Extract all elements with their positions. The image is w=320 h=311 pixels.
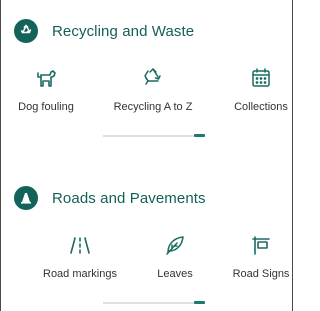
section-title: Roads and Pavements xyxy=(52,189,206,207)
dog-icon xyxy=(35,67,57,89)
tile-label: Leaves xyxy=(157,268,193,280)
tile-label: Road markings xyxy=(43,268,117,280)
tile-label: Road Signs xyxy=(232,268,290,280)
tile-road-markings[interactable]: Road markings xyxy=(30,234,130,280)
tile-collections[interactable]: Collections xyxy=(211,67,311,113)
carousel-scrollbar[interactable] xyxy=(103,301,205,304)
section-header-roads[interactable]: Roads and Pavements xyxy=(14,184,206,212)
tile-label: Recycling A to Z xyxy=(113,101,193,113)
signpost-icon xyxy=(250,234,272,256)
tile-label: Dog fouling xyxy=(18,101,74,113)
section-header-recycling[interactable]: Recycling and Waste xyxy=(14,17,194,45)
tile-recycling-a-to-z[interactable]: Recycling A to Z xyxy=(103,67,203,113)
road-markings-icon xyxy=(68,234,92,256)
section-recycling-and-waste: Recycling and Waste Dog fouling Recyclin… xyxy=(0,17,293,142)
scrollbar-thumb[interactable] xyxy=(194,134,205,137)
calendar-icon xyxy=(250,67,272,89)
recycle-icon xyxy=(14,19,38,43)
tile-label: Collections xyxy=(234,101,288,113)
recycle-arrows-icon xyxy=(142,67,164,89)
tile-dog-fouling[interactable]: Dog fouling xyxy=(0,67,96,113)
section-title: Recycling and Waste xyxy=(52,22,195,40)
tile-leaves[interactable]: Leaves xyxy=(125,234,225,280)
cone-icon xyxy=(14,186,38,210)
leaf-icon xyxy=(164,234,186,256)
carousel-scrollbar[interactable] xyxy=(103,134,205,137)
section-roads-and-pavements: Roads and Pavements Road markings Leaves xyxy=(0,184,293,309)
tile-road-signs[interactable]: Road Signs xyxy=(211,234,311,280)
scrollbar-thumb[interactable] xyxy=(194,301,205,304)
